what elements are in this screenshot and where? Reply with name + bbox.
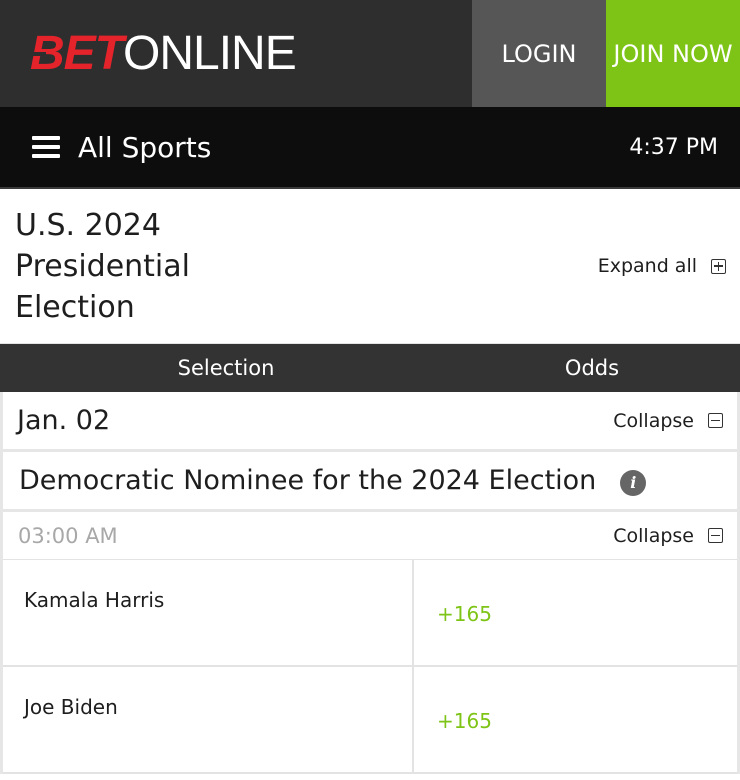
logo-area[interactable]: BET ONLINE	[0, 0, 472, 107]
hamburger-menu-icon[interactable]	[32, 136, 60, 158]
collapse-label: Collapse	[613, 524, 694, 547]
join-now-button[interactable]: JOIN NOW	[606, 0, 740, 107]
sports-nav-bar: All Sports 4:37 PM	[0, 107, 740, 189]
date-row: Jan. 02 Collapse	[3, 392, 737, 452]
selection-column-header: Selection	[177, 356, 275, 380]
logo-online-text: ONLINE	[123, 26, 297, 80]
page-title: U.S. 2024 Presidential Election	[15, 207, 190, 325]
time-row: 03:00 AM Collapse	[3, 512, 737, 560]
market-title-row: Democratic Nominee for the 2024 Election…	[3, 452, 737, 512]
info-icon[interactable]: i	[620, 469, 647, 496]
top-header: BET ONLINE LOGIN JOIN NOW	[0, 0, 740, 107]
column-header: Selection Odds	[0, 344, 740, 392]
selection-name: Joe Biden	[3, 667, 414, 772]
date-label: Jan. 02	[17, 405, 111, 436]
logo-bet-text: BET	[20, 26, 124, 80]
collapse-date-button[interactable]: Collapse	[613, 410, 723, 432]
market-title: Democratic Nominee for the 2024 Election	[19, 465, 597, 496]
login-button[interactable]: LOGIN	[472, 0, 606, 107]
market-panel: Jan. 02 Collapse Democratic Nominee for …	[0, 392, 740, 774]
nav-title: All Sports	[78, 130, 212, 164]
collapse-time-button[interactable]: Collapse	[613, 525, 723, 547]
all-sports-menu[interactable]: All Sports	[32, 131, 211, 164]
expand-plus-icon	[711, 258, 726, 274]
table-row: Kamala Harris +165	[3, 560, 737, 667]
event-time: 03:00 AM	[18, 523, 118, 548]
odds-column-header: Odds	[564, 356, 620, 380]
collapse-label: Collapse	[613, 409, 694, 432]
betonline-logo[interactable]: BET ONLINE	[20, 26, 297, 80]
odds-button[interactable]: +165	[414, 560, 737, 665]
odds-button[interactable]: +165	[414, 667, 737, 772]
event-header: U.S. 2024 Presidential Election Expand a…	[0, 189, 740, 344]
expand-all-label: Expand all	[597, 255, 697, 277]
expand-all-button[interactable]: Expand all	[598, 255, 726, 277]
clock-time: 4:37 PM	[629, 134, 718, 160]
table-row: Joe Biden +165	[3, 667, 737, 774]
collapse-minus-icon	[708, 413, 723, 428]
selection-name: Kamala Harris	[3, 560, 414, 665]
collapse-minus-icon	[708, 528, 723, 543]
